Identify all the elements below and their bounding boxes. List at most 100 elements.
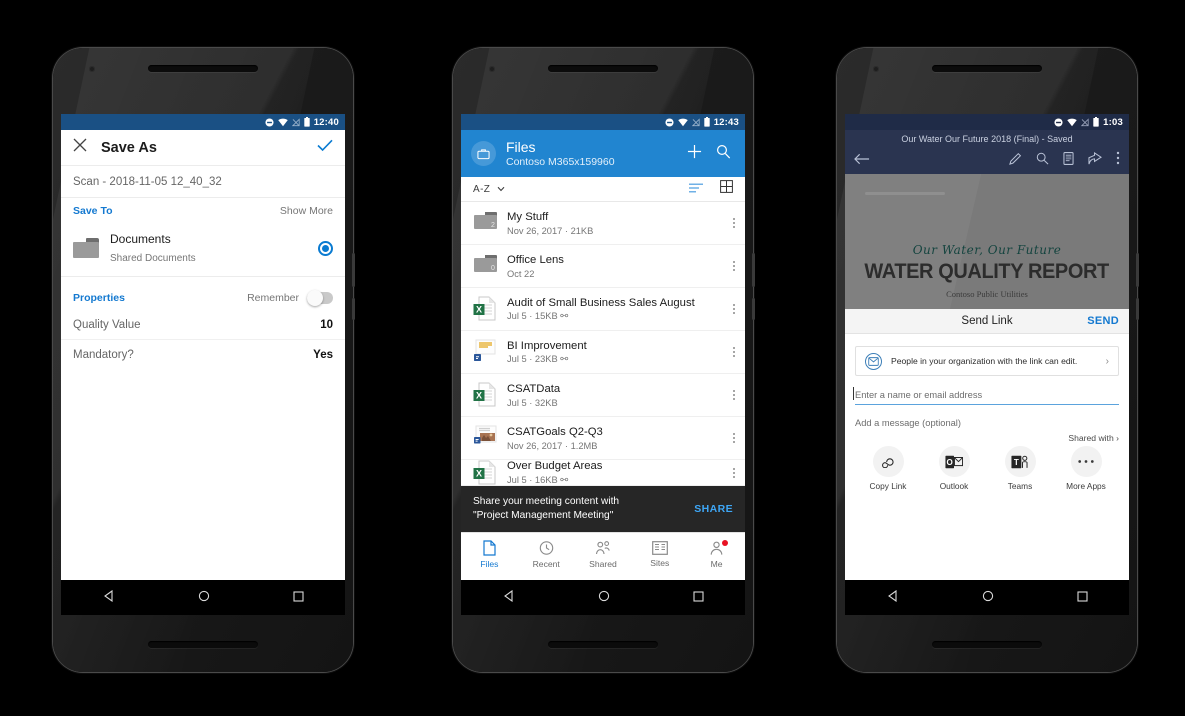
clock-text: 12:40 <box>313 116 339 128</box>
close-icon[interactable] <box>73 138 87 157</box>
app-label: Teams <box>1007 481 1033 491</box>
recents-square-icon[interactable] <box>1076 589 1088 607</box>
svg-text:0: 0 <box>491 265 495 272</box>
property-label: Mandatory? <box>73 348 134 361</box>
table-row[interactable]: X CSATData Jul 5 · 32KB <box>461 374 745 417</box>
front-camera-icon <box>489 66 495 72</box>
home-circle-icon[interactable] <box>198 589 210 607</box>
volume-button[interactable] <box>752 253 755 287</box>
back-triangle-icon[interactable] <box>503 589 515 607</box>
overflow-menu-icon[interactable] <box>1116 151 1120 170</box>
excel-file-icon: X <box>473 460 498 485</box>
app-teams[interactable]: T Teams <box>987 446 1053 491</box>
overflow-menu-icon[interactable] <box>727 261 735 271</box>
chevron-right-icon: › <box>1116 433 1119 443</box>
destination-subtitle: Shared Documents <box>110 253 196 264</box>
destination-row[interactable]: Documents Shared Documents <box>61 224 345 277</box>
overflow-menu-icon[interactable] <box>727 218 735 228</box>
remember-toggle[interactable] <box>307 290 333 306</box>
recents-square-icon[interactable] <box>692 589 704 607</box>
confirm-check-icon[interactable] <box>317 139 333 157</box>
home-circle-icon[interactable] <box>982 589 994 607</box>
overflow-menu-icon[interactable] <box>727 347 735 357</box>
sort-button[interactable]: A-Z <box>473 184 505 195</box>
table-row[interactable]: 0 Office Lens Oct 22 <box>461 245 745 288</box>
back-triangle-icon[interactable] <box>103 589 115 607</box>
front-camera-icon <box>89 66 95 72</box>
organization-link-icon <box>865 352 882 370</box>
search-icon[interactable] <box>1036 152 1049 170</box>
app-copy-link[interactable]: Copy Link <box>855 446 921 491</box>
message-input[interactable]: Add a message (optional) <box>855 418 1119 428</box>
filename-field[interactable]: Scan - 2018-11-05 12_40_32 <box>61 166 345 198</box>
link-icon <box>872 446 904 477</box>
tab-sites[interactable]: Sites <box>631 533 688 576</box>
power-button[interactable] <box>352 298 355 320</box>
save-as-header: Save As <box>61 130 345 166</box>
table-row[interactable]: 2 My Stuff Nov 26, 2017 · 21KB <box>461 202 745 245</box>
app-title: Files <box>506 139 536 156</box>
back-arrow-icon[interactable] <box>854 152 870 170</box>
briefcase-icon[interactable] <box>471 141 496 166</box>
sites-icon <box>651 540 668 555</box>
home-circle-icon[interactable] <box>598 589 610 607</box>
list-view-icon[interactable] <box>689 180 703 198</box>
signal-off-icon <box>291 117 300 127</box>
document-preview[interactable]: Our Water, Our Future WATER QUALITY REPO… <box>845 174 1129 309</box>
bottom-speaker <box>548 641 658 648</box>
permission-selector[interactable]: People in your organization with the lin… <box>855 346 1119 376</box>
overflow-menu-icon[interactable] <box>727 433 735 443</box>
overflow-menu-icon[interactable] <box>727 390 735 400</box>
property-row[interactable]: Mandatory? Yes <box>61 340 345 369</box>
back-triangle-icon[interactable] <box>887 589 899 607</box>
shared-with-link[interactable]: Shared with › <box>1068 433 1119 443</box>
app-outlook[interactable]: O Outlook <box>921 446 987 491</box>
file-name: CSATGoals Q2-Q3 <box>507 426 603 439</box>
add-icon[interactable] <box>687 144 702 164</box>
edit-pencil-icon[interactable] <box>1009 152 1022 170</box>
table-row[interactable]: X Over Budget Areas Jul 5 · 16KB ⚯ <box>461 460 745 486</box>
dnd-icon <box>665 117 674 127</box>
phone-send-link: 1:03 Our Water Our Future 2018 (Final) -… <box>837 48 1139 672</box>
share-button[interactable]: SHARE <box>694 503 733 515</box>
table-row[interactable]: X Audit of Small Business Sales August J… <box>461 288 745 331</box>
power-button[interactable] <box>752 298 755 320</box>
bottom-tab-bar: Files Recent Shared Sites Me <box>461 531 745 576</box>
screen-send-link: 1:03 Our Water Our Future 2018 (Final) -… <box>845 114 1129 580</box>
file-name: Over Budget Areas <box>507 460 603 473</box>
shared-with-label: Shared with <box>1068 433 1114 443</box>
recents-square-icon[interactable] <box>292 589 304 607</box>
overflow-menu-icon[interactable] <box>727 304 735 314</box>
show-more-button[interactable]: Show More <box>280 205 333 217</box>
tab-me[interactable]: Me <box>688 533 745 576</box>
tab-recent[interactable]: Recent <box>518 533 575 576</box>
destination-radio[interactable] <box>318 240 333 256</box>
mobile-view-icon[interactable] <box>1063 151 1074 170</box>
search-icon[interactable] <box>716 144 731 164</box>
grid-view-icon[interactable] <box>720 180 733 198</box>
bottom-speaker <box>148 641 258 648</box>
tab-shared[interactable]: Shared <box>575 533 632 576</box>
share-icon[interactable] <box>1088 151 1102 170</box>
signal-off-icon <box>691 117 700 127</box>
recipient-input[interactable]: Enter a name or email address <box>853 387 1119 405</box>
meeting-banner: Share your meeting content with "Project… <box>461 486 745 532</box>
svg-text:X: X <box>476 304 482 314</box>
file-text: Audit of Small Business Sales August Jul… <box>507 296 695 322</box>
send-link-title: Send Link <box>961 315 1013 327</box>
table-row[interactable]: CSATGoals Q2-Q3 Nov 26, 2017 · 1.2MB <box>461 417 745 460</box>
property-row[interactable]: Quality Value 10 <box>61 311 345 340</box>
remember-label: Remember <box>247 292 299 304</box>
recipient-placeholder: Enter a name or email address <box>855 390 983 400</box>
app-more[interactable]: More Apps <box>1053 446 1119 491</box>
overflow-menu-icon[interactable] <box>727 467 735 478</box>
table-row[interactable]: BI Improvement Jul 5 · 23KB ⚯ <box>461 331 745 374</box>
power-button[interactable] <box>1136 298 1139 320</box>
volume-button[interactable] <box>1136 253 1139 287</box>
mockup-stage: 12:40 Save As Scan - 2018-11-05 12_40_32… <box>0 0 1185 716</box>
wifi-icon <box>277 118 288 127</box>
send-button[interactable]: SEND <box>1087 315 1119 327</box>
volume-button[interactable] <box>352 253 355 287</box>
clock-icon <box>539 540 553 555</box>
tab-files[interactable]: Files <box>461 533 518 576</box>
